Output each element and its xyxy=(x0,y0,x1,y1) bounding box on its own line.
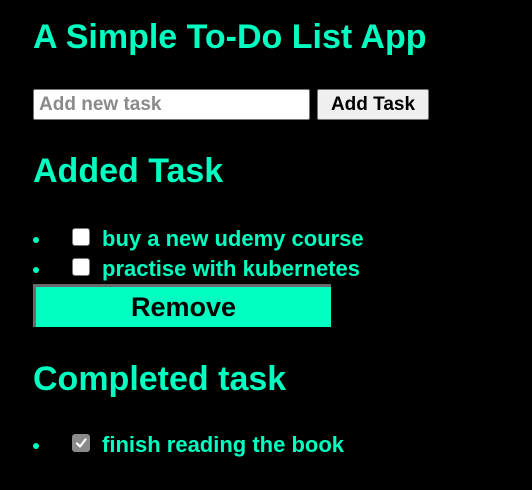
bullet-icon xyxy=(33,267,39,273)
add-task-button[interactable]: Add Task xyxy=(317,89,429,120)
remove-button[interactable]: Remove xyxy=(33,284,331,327)
app-title: A Simple To-Do List App xyxy=(33,18,427,56)
task-label: finish reading the book xyxy=(102,432,345,457)
list-item: finish reading the book xyxy=(0,430,420,460)
task-label: buy a new udemy course xyxy=(102,226,364,251)
completed-task-heading: Completed task xyxy=(33,360,287,398)
new-task-input[interactable] xyxy=(33,89,310,120)
list-item: practise with kubernetes xyxy=(0,254,420,284)
checkmark-icon xyxy=(75,438,87,448)
task-checkbox[interactable] xyxy=(72,258,90,276)
bullet-icon xyxy=(33,237,39,243)
added-task-list: buy a new udemy course practise with kub… xyxy=(0,224,420,284)
todo-app: A Simple To-Do List App Add Task Added T… xyxy=(0,0,532,490)
completed-task-list: finish reading the book xyxy=(0,430,420,460)
task-checkbox-checked[interactable] xyxy=(72,434,90,452)
bullet-icon xyxy=(33,443,39,449)
added-task-heading: Added Task xyxy=(33,152,224,190)
task-checkbox[interactable] xyxy=(72,228,90,246)
task-label: practise with kubernetes xyxy=(102,256,360,281)
list-item: buy a new udemy course xyxy=(0,224,420,254)
